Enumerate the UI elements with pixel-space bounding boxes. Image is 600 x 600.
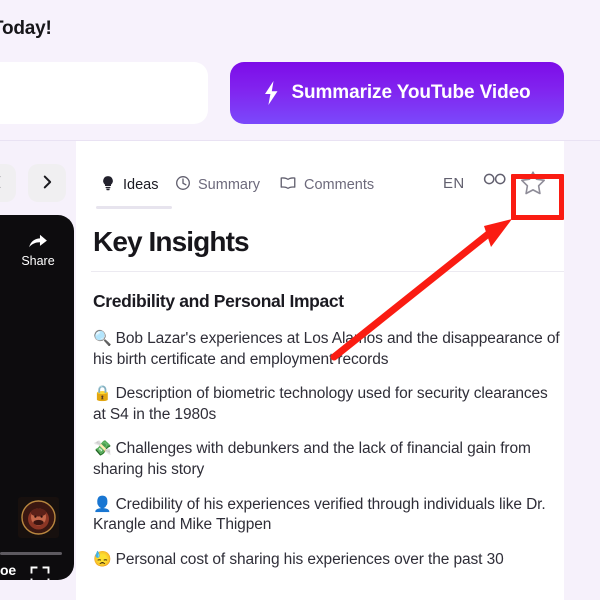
tab-comments[interactable]: Comments xyxy=(279,175,374,195)
video-share-label: Share xyxy=(21,254,55,268)
lightbulb-icon xyxy=(100,175,116,195)
tab-comments-label: Comments xyxy=(304,176,375,193)
list-item-text: Challenges with debunkers and the lack o… xyxy=(93,440,531,479)
bust-in-silhouette-icon: 👤 xyxy=(93,495,112,513)
carousel-next-button[interactable] xyxy=(28,164,66,202)
list-item: 💸 Challenges with debunkers and the lack … xyxy=(93,439,563,480)
book-icon xyxy=(279,175,297,195)
page-title: Key Insights xyxy=(93,226,250,257)
list-item-text: Bob Lazar's experiences at Los Alamos an… xyxy=(93,330,560,368)
list-item-text: Credibility of his experiences verified … xyxy=(93,495,546,534)
app-root: Today! Summarize YouTube Video xyxy=(0,0,600,600)
chevron-right-icon xyxy=(38,173,56,194)
title-divider xyxy=(91,271,564,272)
youtube-url-input[interactable] xyxy=(0,62,208,124)
section-heading: Credibility and Personal Impact xyxy=(93,291,344,311)
weary-face-icon: 😓 xyxy=(93,550,112,568)
tab-summary-label: Summary xyxy=(198,176,261,193)
tab-summary[interactable]: Summary xyxy=(175,175,260,195)
lightning-bolt-icon xyxy=(263,81,279,105)
summarize-youtube-video-button[interactable]: Summarize YouTube Video xyxy=(230,62,564,124)
key-insights-card: Ideas Summary Comments EN Key Insights C… xyxy=(76,141,564,600)
clock-icon xyxy=(175,175,191,195)
active-tab-indicator xyxy=(96,206,172,209)
lock-icon: 🔒 xyxy=(93,385,112,403)
star-icon[interactable] xyxy=(517,167,549,199)
list-item: 👤 Credibility of his experiences verified… xyxy=(93,495,563,536)
list-item: 🔍 Bob Lazar's experiences at Los Alamos a… xyxy=(93,329,563,370)
list-item: 🔒 Description of biometric technology use… xyxy=(93,384,563,425)
share-arrow-icon xyxy=(28,233,48,249)
magnifying-glass-icon: 🔍 xyxy=(93,330,112,347)
list-item: 😓 Personal cost of sharing his experience… xyxy=(93,550,563,571)
list-item-text: Description of biometric technology used… xyxy=(93,385,548,423)
video-progress-bar[interactable] xyxy=(0,552,62,555)
fullscreen-icon[interactable] xyxy=(29,565,51,580)
video-title-text: oe xyxy=(0,562,16,578)
summarize-button-label: Summarize YouTube Video xyxy=(291,82,531,103)
header-bar: Today! Summarize YouTube Video xyxy=(0,0,600,141)
tab-ideas[interactable]: Ideas xyxy=(100,175,158,195)
chevron-left-icon xyxy=(0,173,6,194)
list-item-text: Personal cost of sharing his experiences… xyxy=(115,550,504,568)
page-headline: Today! xyxy=(0,18,52,39)
carousel-prev-button[interactable] xyxy=(0,164,16,202)
infinity-icon[interactable] xyxy=(482,172,508,194)
video-share-button[interactable]: Share xyxy=(16,233,60,269)
video-player[interactable]: Share oe xyxy=(0,215,74,580)
money-with-wings-icon: 💸 xyxy=(93,440,112,458)
video-channel-thumbnail[interactable] xyxy=(18,497,59,538)
insight-bullet-list: 🔍 Bob Lazar's experiences at Los Alamos a… xyxy=(93,329,563,584)
tab-ideas-label: Ideas xyxy=(123,176,159,193)
language-selector[interactable]: EN xyxy=(443,175,465,192)
